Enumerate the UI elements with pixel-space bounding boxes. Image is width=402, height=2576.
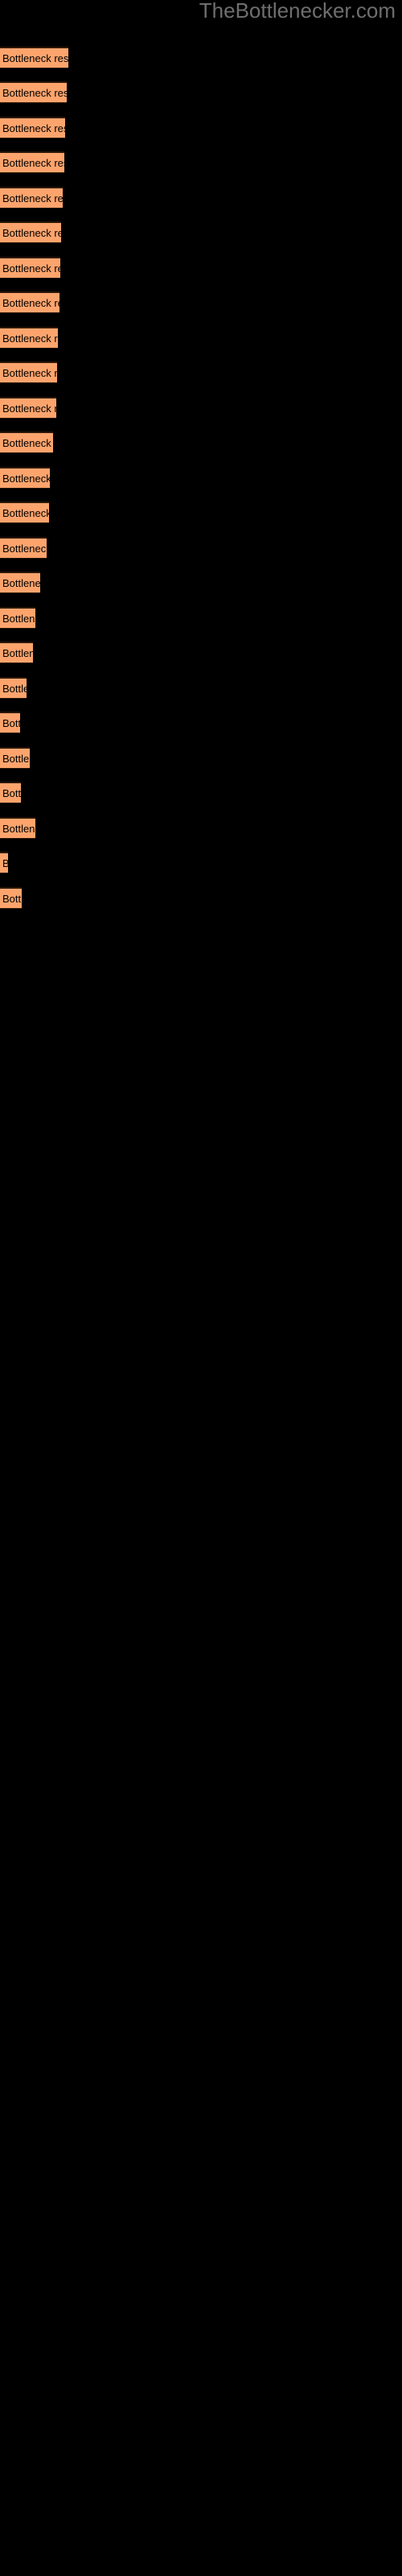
bar: Bottleneck result	[0, 607, 35, 629]
bar: Bottleneck result	[0, 257, 60, 279]
bar: Bottleneck result	[0, 221, 61, 243]
bar-label: Bottleneck result	[2, 52, 68, 64]
bar-label: Bottleneck result	[2, 853, 8, 873]
bar-label: Bottleneck result	[2, 543, 47, 555]
bar: Bottleneck result	[0, 677, 27, 699]
bar: Bottleneck result	[0, 187, 63, 208]
bar: Bottleneck result	[0, 712, 20, 733]
bar-label: Bottleneck result	[2, 473, 50, 485]
bar-label: Bottleneck result	[2, 507, 49, 519]
site-watermark: TheBottlenecker.com	[199, 0, 396, 23]
bar: Bottleneck result	[0, 47, 68, 68]
bar-label: Bottleneck result	[2, 577, 40, 589]
bar-label: Bottleneck result	[2, 157, 64, 169]
bar: Bottleneck result	[0, 782, 21, 803]
bar: Bottleneck result	[0, 117, 65, 138]
bar-label: Bottleneck result	[2, 297, 59, 309]
bar-label: Bottleneck result	[2, 87, 67, 99]
bar: Bottleneck result	[0, 291, 59, 313]
bar: Bottleneck result	[0, 747, 30, 769]
bottleneck-bar-chart: TheBottlenecker.com Bottleneck result Bot…	[0, 0, 402, 2576]
bar: Bottleneck result	[0, 537, 47, 559]
bar: Bottleneck result	[0, 81, 67, 103]
bar-label: Bottleneck result	[2, 227, 61, 239]
bar-label: Bottleneck result	[2, 787, 21, 799]
bar-label: Bottleneck result	[2, 122, 65, 134]
bar-label: Bottleneck result	[2, 893, 22, 905]
bar-label: Bottleneck result	[2, 367, 57, 379]
bar-label: Bottleneck result	[2, 823, 35, 835]
bar: Bottleneck result	[0, 817, 35, 839]
bar: Bottleneck result	[0, 852, 8, 873]
bar-label: Bottleneck result	[2, 402, 56, 415]
bar-label: Bottleneck result	[2, 683, 27, 695]
bar-label: Bottleneck result	[2, 647, 33, 659]
bar-label: Bottleneck result	[2, 613, 35, 625]
bar-label: Bottleneck result	[2, 753, 30, 765]
bar-label: Bottleneck result	[2, 262, 60, 275]
bar: Bottleneck result	[0, 361, 57, 383]
bar-label: Bottleneck result	[2, 192, 63, 204]
bar-label: Bottleneck result	[2, 332, 58, 345]
bar-label: Bottleneck result	[2, 437, 53, 449]
bar: Bottleneck result	[0, 467, 50, 489]
bar: Bottleneck result	[0, 642, 33, 663]
bar: Bottleneck result	[0, 887, 22, 909]
bar: Bottleneck result	[0, 397, 56, 419]
bar: Bottleneck result	[0, 327, 58, 349]
bar: Bottleneck result	[0, 502, 49, 523]
bar-label: Bottleneck result	[2, 717, 20, 729]
bar: Bottleneck result	[0, 431, 53, 453]
bar: Bottleneck result	[0, 572, 40, 593]
bar: Bottleneck result	[0, 151, 64, 173]
